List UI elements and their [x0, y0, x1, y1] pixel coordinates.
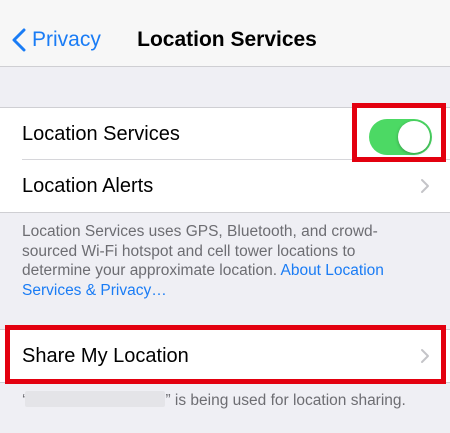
page-title: Location Services — [137, 28, 317, 51]
location-services-label: Location Services — [22, 123, 180, 145]
share-location-footer: ‘” is being used for location sharing. — [22, 391, 442, 411]
share-location-highlight-box — [5, 325, 446, 384]
location-services-description: Location Services uses GPS, Bluetooth, a… — [22, 222, 422, 300]
footer-suffix: ” is being used for location sharing. — [165, 392, 406, 409]
location-alerts-label: Location Alerts — [22, 175, 154, 197]
navigation-bar: Privacy Location Services — [0, 0, 450, 67]
toggle-highlight-box — [352, 103, 446, 162]
redacted-device-name — [25, 391, 166, 407]
chevron-right-icon — [421, 179, 429, 193]
location-alerts-cell[interactable]: Location Alerts — [0, 160, 450, 212]
